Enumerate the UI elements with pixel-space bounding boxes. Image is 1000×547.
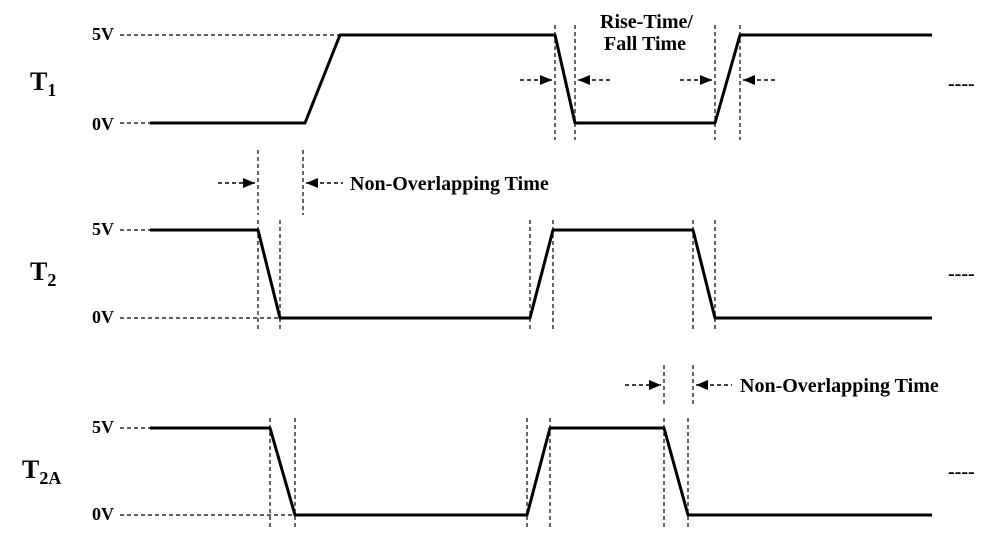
level-0v: 0V [92,114,114,134]
non-overlap-annotation-left: Non-Overlapping Time [218,150,549,215]
signal-t2a: T2A 5V 0V ---- [22,417,975,527]
rise-fall-annotation: Rise-Time/ Fall Time [520,11,775,140]
svg-text:Fall Time: Fall Time [604,33,686,55]
signal-t1: T1 5V 0V ---- [30,24,975,134]
level-5v: 5V [92,24,114,44]
svg-text:----: ---- [948,461,975,483]
svg-text:----: ---- [948,263,975,285]
signal-t2: T2 5V 0V ---- [30,219,975,330]
continuation-dots: ---- [948,73,975,95]
signal-label-t2: T2 [30,257,56,290]
level-5v: 5V [92,219,114,239]
svg-text:Rise-Time/: Rise-Time/ [600,11,693,33]
level-0v: 0V [92,504,114,524]
level-5v: 5V [92,417,114,437]
svg-text:Non-Overlapping Time: Non-Overlapping Time [350,173,549,195]
level-0v: 0V [92,307,114,327]
non-overlap-annotation-right: Non-Overlapping Time [625,365,939,405]
svg-text:Non-Overlapping Time: Non-Overlapping Time [740,375,939,397]
signal-label-t2a: T2A [22,455,61,488]
signal-label-t1: T1 [30,67,56,100]
timing-diagram: T1 5V 0V ---- Rise-Time/ Fall Time [0,0,1000,547]
